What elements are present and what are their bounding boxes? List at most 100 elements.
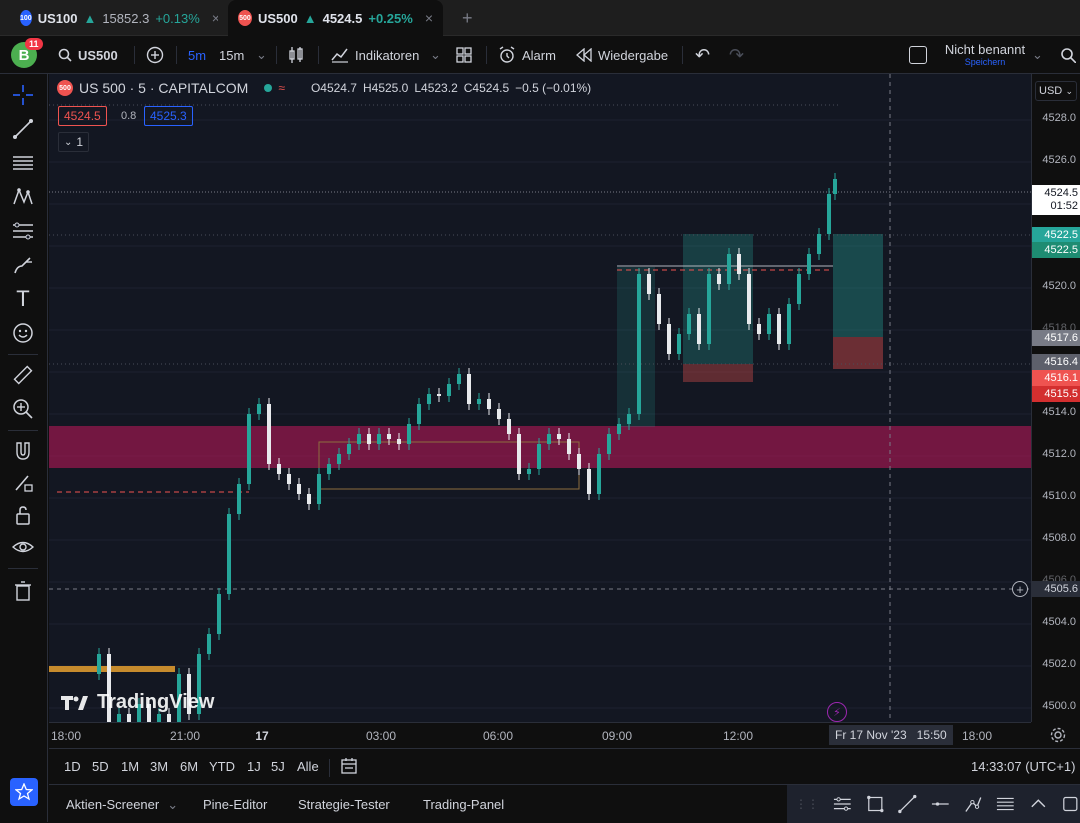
range-3m[interactable]: 3M	[150, 759, 168, 774]
candle-body	[777, 314, 781, 344]
eye-icon[interactable]	[10, 534, 36, 560]
layout-name: Nicht benannt	[944, 42, 1026, 57]
symbol-search[interactable]: US500	[58, 36, 118, 74]
indicators-collapse-button[interactable]: ⌄ 1	[58, 132, 90, 152]
horizontal-ray-icon[interactable]	[931, 794, 950, 814]
pattern-icon[interactable]	[10, 184, 36, 210]
price-chart[interactable]	[49, 74, 1031, 722]
add-alert-plus-icon[interactable]: +	[1012, 581, 1028, 597]
candle-body	[297, 484, 301, 494]
tab-strategy-tester[interactable]: Strategie-Tester	[298, 797, 390, 812]
checkbox-icon	[909, 46, 927, 64]
favorites-star-icon[interactable]	[10, 778, 38, 806]
undo-icon[interactable]: ↶	[695, 36, 710, 74]
indicators-chevron-icon[interactable]: ⌄	[430, 36, 441, 74]
trash-icon[interactable]	[10, 578, 36, 604]
zoom-in-icon[interactable]	[10, 396, 36, 422]
candle-body	[747, 274, 751, 324]
us100-badge-icon: 100	[20, 10, 32, 26]
magnet-icon[interactable]	[10, 438, 36, 464]
tab-pine-editor[interactable]: Pine-Editor	[203, 797, 267, 812]
chevron-up-icon[interactable]	[1029, 794, 1048, 814]
layout-name-button[interactable]: Nicht benannt Speichern	[940, 42, 1030, 67]
close-tab-icon[interactable]: ×	[212, 10, 218, 26]
redo-icon[interactable]: ↷	[729, 36, 744, 74]
candle-body	[387, 434, 391, 439]
candle-body	[377, 434, 381, 444]
maximize-icon[interactable]	[1061, 794, 1080, 814]
time-axis[interactable]: 18:00 21:00 17 03:00 06:00 09:00 12:00 1…	[49, 722, 1031, 748]
user-avatar[interactable]: B 11	[11, 36, 43, 74]
price-scale[interactable]: USD ⌄ 4528.0 4526.0 4520.0 4518.0 4514.0 …	[1031, 74, 1080, 722]
candle-body	[447, 384, 451, 396]
horizontal-lines-icon[interactable]	[10, 150, 36, 176]
layout-checkbox[interactable]	[909, 36, 927, 74]
range-5d[interactable]: 5D	[92, 759, 109, 774]
alarm-button[interactable]: Alarm	[498, 36, 556, 74]
drag-handle-icon[interactable]: ⋮⋮	[795, 797, 819, 811]
fib-icon[interactable]	[996, 794, 1015, 814]
candle-body	[627, 414, 631, 424]
interval-15m[interactable]: 15m	[219, 36, 244, 74]
range-1m[interactable]: 1M	[121, 759, 139, 774]
trend-line-icon[interactable]	[898, 794, 917, 814]
chart-type-button[interactable]	[288, 36, 304, 74]
price-tick: 4508.0	[1042, 532, 1076, 544]
brush-icon[interactable]	[10, 252, 36, 278]
projection-icon[interactable]	[10, 218, 36, 244]
horizontal-lines-icon[interactable]	[833, 794, 852, 814]
range-alle[interactable]: Alle	[297, 759, 319, 774]
tab-us100[interactable]: 100 US100 ▲ 15852.3 +0.13% ×	[10, 0, 218, 36]
candle-body	[477, 399, 481, 404]
range-ytd[interactable]: YTD	[209, 759, 235, 774]
clock-timezone[interactable]: 14:33:07 (UTC+1)	[971, 759, 1075, 774]
range-5j[interactable]: 5J	[271, 759, 285, 774]
layouts-button[interactable]	[456, 36, 472, 74]
indicators-button[interactable]: Indikatoren	[331, 36, 419, 74]
text-tool-icon[interactable]: T	[10, 286, 36, 312]
tab-us500[interactable]: 500 US500 ▲ 4524.5 +0.25% ×	[228, 0, 443, 36]
candle-body	[497, 409, 501, 419]
lock-icon[interactable]	[10, 502, 36, 528]
search-icon[interactable]	[1060, 36, 1076, 74]
interval-5m[interactable]: 5m	[188, 36, 206, 74]
candle-body	[307, 494, 311, 504]
path-icon[interactable]	[964, 794, 983, 814]
candle-body	[247, 414, 251, 484]
replay-button[interactable]: Wiedergabe	[576, 36, 668, 74]
tradingview-logo: TradingView	[61, 691, 214, 714]
range-6m[interactable]: 6M	[180, 759, 198, 774]
lock-drawings-pencil-icon[interactable]	[10, 470, 36, 496]
price-tick: 4520.0	[1042, 280, 1076, 292]
tab-symbol: US500	[257, 10, 298, 26]
goto-date-icon[interactable]	[340, 757, 358, 778]
ruler-icon[interactable]	[10, 362, 36, 388]
candle-body	[337, 454, 341, 464]
interval-dropdown-chevron-icon[interactable]: ⌄	[256, 36, 267, 74]
candle-body	[467, 374, 471, 404]
tab-trading-panel[interactable]: Trading-Panel	[423, 797, 504, 812]
settings-gear-icon[interactable]	[1049, 726, 1067, 744]
candle-body	[817, 234, 821, 254]
candle-body	[547, 434, 551, 444]
chart-pane[interactable]: 500 US 500 · 5 · CAPITALCOM ≈ O4524.7 H4…	[49, 74, 1031, 722]
buy-price-button[interactable]: 4525.3	[144, 106, 193, 126]
candle-body	[517, 434, 521, 474]
compare-button[interactable]	[146, 36, 164, 74]
browser-tab-bar: 100 US100 ▲ 15852.3 +0.13% × 500 US500 ▲…	[0, 0, 1080, 36]
layout-chevron-icon[interactable]: ⌄	[1032, 36, 1043, 74]
trend-line-icon[interactable]	[10, 116, 36, 142]
new-tab-button[interactable]: +	[452, 0, 478, 36]
rectangle-icon[interactable]	[866, 794, 885, 814]
emoji-icon[interactable]	[10, 320, 36, 346]
currency-selector[interactable]: USD ⌄	[1035, 81, 1077, 101]
crosshair-icon[interactable]	[10, 82, 36, 108]
lightning-event-icon[interactable]: ⚡	[827, 702, 847, 722]
tab-stock-screener[interactable]: Aktien-Screener ⌄	[66, 797, 178, 813]
close-tab-icon[interactable]: ×	[425, 10, 433, 26]
symbol-title[interactable]: US 500 · 5 · CAPITALCOM	[79, 80, 248, 96]
range-1j[interactable]: 1J	[247, 759, 261, 774]
sell-price-button[interactable]: 4524.5	[58, 106, 107, 126]
range-1d[interactable]: 1D	[64, 759, 81, 774]
currency-label: USD	[1039, 85, 1063, 97]
